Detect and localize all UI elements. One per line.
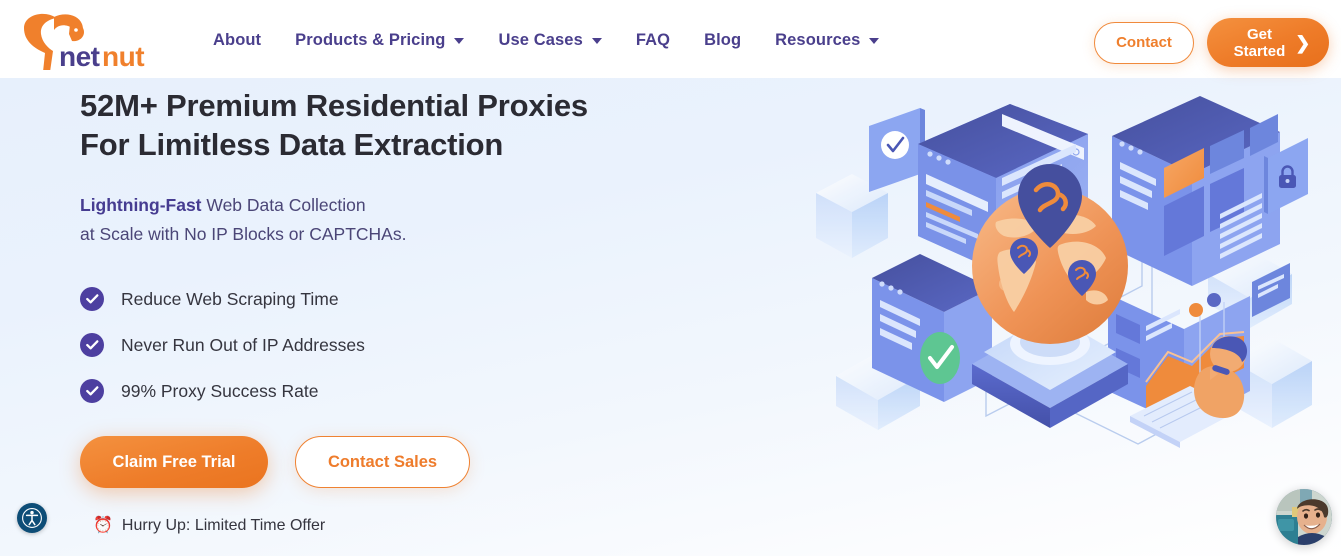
nav-item-blog[interactable]: Blog (687, 26, 758, 54)
page-title: 52M+ Premium Residential Proxies For Lim… (80, 86, 720, 164)
hero-subheadline: Lightning-Fast Web Data Collection at Sc… (80, 191, 720, 249)
subhead-rest: Web Data Collection (201, 195, 366, 215)
check-circle-icon (80, 379, 104, 403)
netnut-logo[interactable]: net nut (16, 8, 146, 70)
nav-label: Resources (775, 31, 861, 49)
nav-item-resources[interactable]: Resources (758, 26, 896, 54)
header-actions: Contact Get Started ❯ (1094, 18, 1329, 67)
urgency-text: Hurry Up: Limited Time Offer (121, 517, 326, 534)
feature-label: 99% Proxy Success Rate (121, 380, 319, 401)
chevron-down-icon (869, 38, 880, 44)
hero-section: 52M+ Premium Residential Proxies For Lim… (0, 78, 1341, 556)
list-item: 99% Proxy Success Rate (80, 379, 720, 403)
get-started-label: Get Started (1234, 26, 1286, 60)
list-item: Never Run Out of IP Addresses (80, 333, 720, 357)
subhead-emphasis: Lightning-Fast (80, 195, 202, 215)
chevron-down-icon (454, 38, 465, 44)
main-navigation: About Products & Pricing Use Cases FAQ B… (196, 26, 896, 54)
chat-support-avatar[interactable] (1276, 489, 1332, 545)
subhead-line-2: at Scale with No IP Blocks or CAPTCHAs. (80, 224, 407, 244)
feature-label: Never Run Out of IP Addresses (121, 334, 365, 355)
limited-time-offer-note: ⏰ Hurry Up: Limited Time Offer (93, 517, 720, 535)
nav-item-faq[interactable]: FAQ (619, 26, 687, 54)
svg-text:nut: nut (102, 41, 144, 70)
get-started-button[interactable]: Get Started ❯ (1207, 18, 1329, 67)
cta-row: Claim Free Trial Contact Sales (80, 436, 720, 488)
hero-copy: 52M+ Premium Residential Proxies For Lim… (80, 78, 720, 535)
nav-item-products-pricing[interactable]: Products & Pricing (278, 26, 481, 54)
claim-free-trial-button[interactable]: Claim Free Trial (80, 436, 268, 488)
svg-text:net: net (59, 41, 100, 70)
nav-label: Blog (704, 31, 742, 49)
nav-label: Use Cases (498, 31, 583, 49)
contact-button[interactable]: Contact (1094, 21, 1194, 64)
feature-label: Reduce Web Scraping Time (121, 288, 339, 309)
site-header: net nut About Products & Pricing Use Cas… (0, 0, 1341, 78)
nav-label: Products & Pricing (295, 31, 446, 49)
accessibility-person-icon (22, 508, 42, 528)
nav-item-about[interactable]: About (196, 26, 278, 54)
hero-illustration (800, 86, 1341, 506)
get-started-line-1: Get (1246, 25, 1272, 43)
chevron-right-icon: ❯ (1295, 32, 1311, 53)
accessibility-widget-button[interactable] (17, 503, 47, 533)
headline-line-2: For Limitless Data Extraction (80, 127, 504, 162)
alarm-clock-icon: ⏰ (93, 517, 113, 534)
check-circle-icon (80, 333, 104, 357)
nav-item-use-cases[interactable]: Use Cases (481, 26, 618, 54)
feature-list: Reduce Web Scraping Time Never Run Out o… (80, 287, 720, 403)
chevron-down-icon (591, 38, 602, 44)
get-started-line-2: Started (1233, 42, 1286, 60)
nav-label: About (213, 31, 262, 49)
contact-sales-button[interactable]: Contact Sales (295, 436, 470, 488)
check-circle-icon (80, 287, 104, 311)
nav-label: FAQ (635, 31, 671, 49)
illustration-check-card (869, 108, 925, 192)
headline-line-1: 52M+ Premium Residential Proxies (80, 88, 588, 123)
support-agent-avatar (1276, 489, 1332, 545)
list-item: Reduce Web Scraping Time (80, 287, 720, 311)
page-root: net nut About Products & Pricing Use Cas… (0, 0, 1341, 556)
